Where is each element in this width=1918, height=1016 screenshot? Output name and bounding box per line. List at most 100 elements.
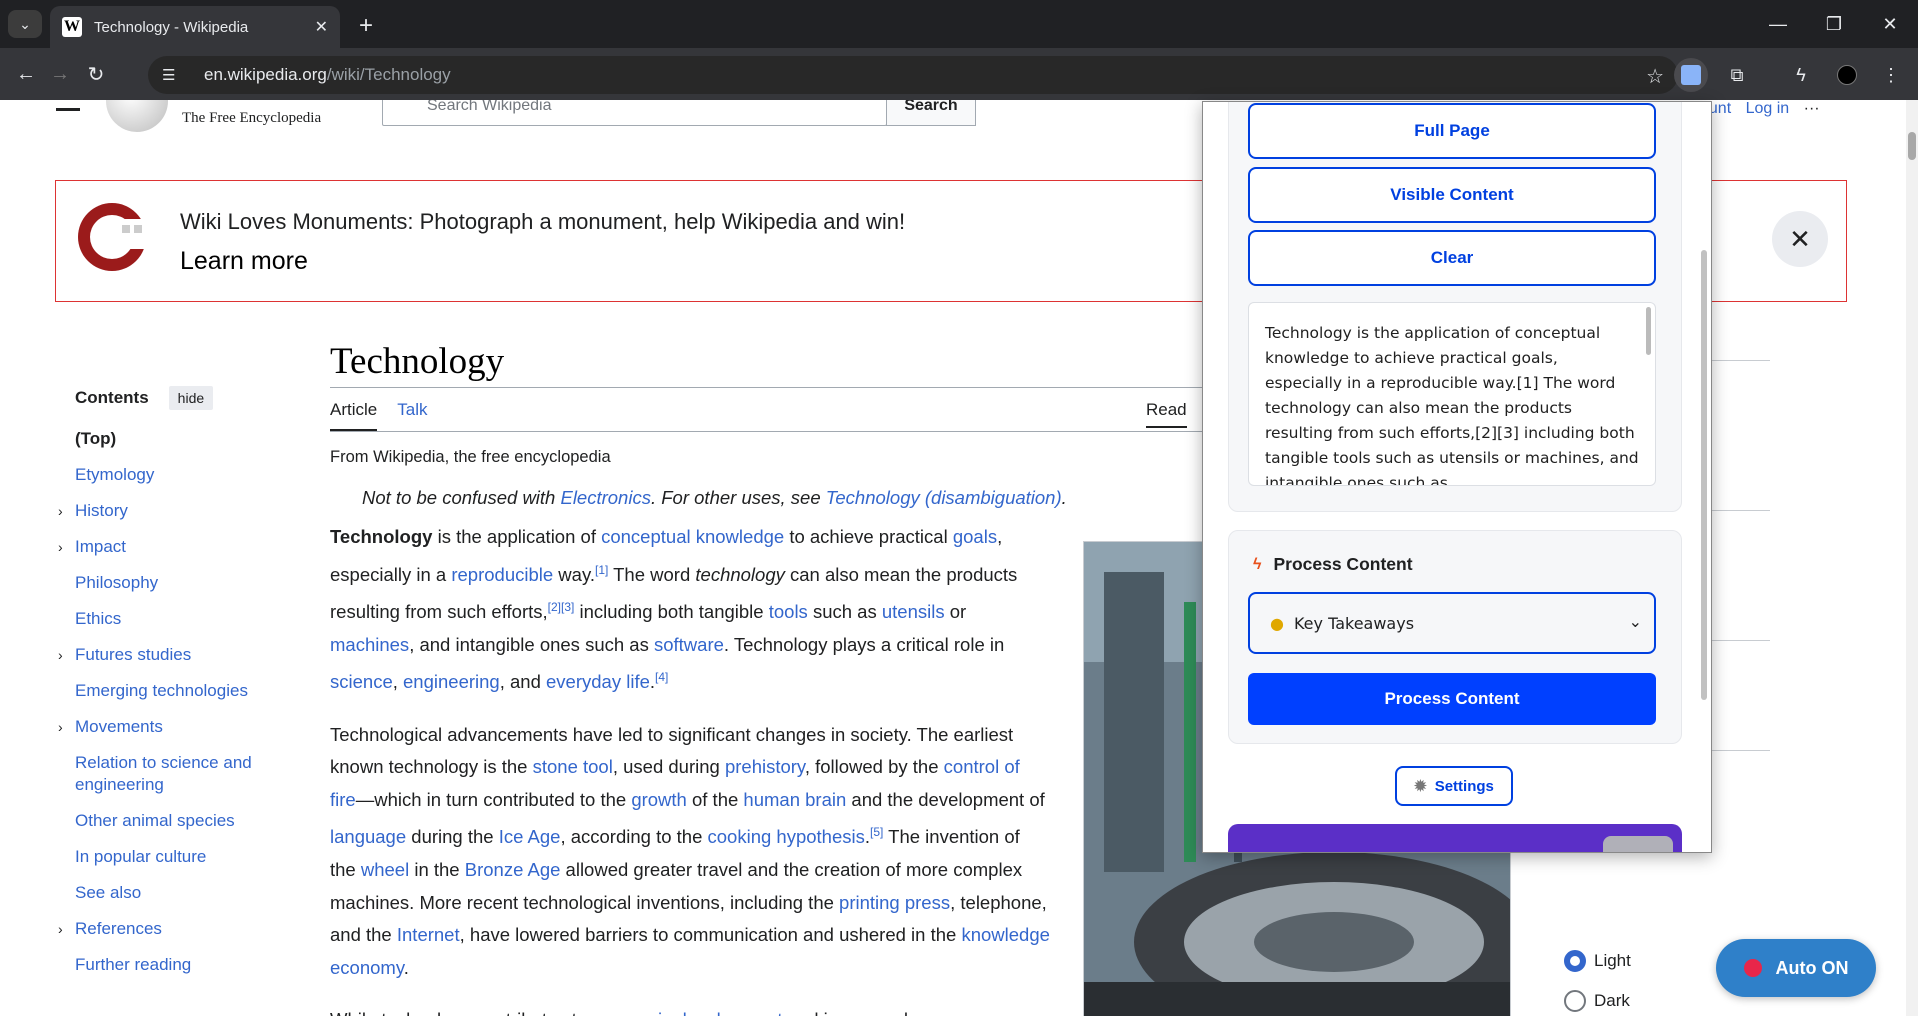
- extensions-puzzle-icon[interactable]: ⧉: [1720, 58, 1754, 92]
- link[interactable]: reproducible: [451, 564, 553, 585]
- toc-item[interactable]: Other animal species: [58, 810, 288, 832]
- login-link[interactable]: Log in: [1746, 100, 1790, 117]
- radio-dark[interactable]: [1564, 990, 1586, 1012]
- link[interactable]: engineering: [403, 671, 500, 692]
- link[interactable]: utensils: [882, 601, 945, 622]
- new-tab-button[interactable]: +: [352, 12, 380, 40]
- link[interactable]: growth: [631, 789, 687, 810]
- theme-light-option[interactable]: Light: [1564, 950, 1631, 972]
- link[interactable]: software: [654, 634, 724, 655]
- tab-talk[interactable]: Talk: [397, 400, 427, 431]
- auto-toggle-button[interactable]: Auto ON: [1716, 939, 1876, 997]
- output-textarea[interactable]: Technology is the application of concept…: [1248, 302, 1656, 486]
- link[interactable]: tools: [769, 601, 808, 622]
- toc-item[interactable]: › References: [58, 918, 288, 940]
- link[interactable]: science: [330, 671, 393, 692]
- banner-close-icon[interactable]: ✕: [1772, 211, 1828, 267]
- toc-item[interactable]: Further reading: [58, 954, 288, 976]
- process-content-button[interactable]: Process Content: [1248, 673, 1656, 725]
- link[interactable]: cooking hypothesis: [708, 827, 865, 848]
- toc-item[interactable]: Emerging technologies: [58, 680, 288, 702]
- address-bar[interactable]: ☰ en.wikipedia.org/wiki/Technology ☆: [148, 56, 1678, 94]
- toc-item[interactable]: Etymology: [58, 464, 288, 486]
- visible-content-button[interactable]: Visible Content: [1248, 167, 1656, 223]
- citation[interactable]: [4]: [655, 670, 668, 684]
- link[interactable]: economic development: [592, 1009, 782, 1016]
- tab-read[interactable]: Read: [1146, 400, 1187, 428]
- chevron-right-icon[interactable]: ›: [58, 918, 63, 940]
- toc-item[interactable]: Philosophy: [58, 572, 288, 594]
- link[interactable]: goals: [953, 526, 997, 547]
- toc-item[interactable]: Ethics: [58, 608, 288, 630]
- citation[interactable]: [1]: [595, 563, 608, 577]
- settings-button[interactable]: ✹ Settings: [1395, 766, 1513, 806]
- toc-item[interactable]: Relation to science and engineering: [58, 752, 288, 796]
- toc-item[interactable]: In popular culture: [58, 846, 288, 868]
- browser-menu-icon[interactable]: ⋮: [1874, 58, 1908, 92]
- extension-active-button[interactable]: [1674, 58, 1708, 92]
- chevron-right-icon[interactable]: ›: [58, 536, 63, 558]
- page-scrollbar[interactable]: [1906, 100, 1918, 1016]
- textarea-scrollbar[interactable]: [1646, 307, 1651, 355]
- link[interactable]: human brain: [743, 789, 846, 810]
- tab-technology[interactable]: W Technology - Wikipedia ✕: [50, 6, 340, 48]
- hatnote-link-disambiguation[interactable]: Technology (disambiguation): [826, 487, 1062, 508]
- toc-hide-button[interactable]: hide: [168, 386, 214, 410]
- tab-strip: ⌄ W Technology - Wikipedia ✕ + — ❐ ✕: [0, 0, 1918, 48]
- chevron-right-icon[interactable]: ›: [58, 500, 63, 522]
- clear-button[interactable]: Clear: [1248, 230, 1656, 286]
- close-window-button[interactable]: ✕: [1862, 0, 1918, 48]
- chevron-right-icon[interactable]: ›: [58, 716, 63, 738]
- link[interactable]: Ice Age: [499, 827, 561, 848]
- citation[interactable]: [2][3]: [548, 600, 575, 614]
- link[interactable]: Bronze Age: [465, 859, 561, 880]
- url-host: en.wikipedia.org: [204, 65, 327, 84]
- link[interactable]: Internet: [397, 924, 460, 945]
- search-placeholder: Search Wikipedia: [427, 100, 552, 114]
- search-input[interactable]: Search Wikipedia: [382, 100, 887, 126]
- wikipedia-logo[interactable]: [106, 100, 168, 132]
- more-options-icon[interactable]: ···: [1804, 100, 1820, 117]
- theme-dark-option[interactable]: Dark: [1564, 990, 1630, 1012]
- reload-button[interactable]: ↻: [80, 58, 112, 90]
- performance-icon[interactable]: ϟ: [1784, 58, 1818, 92]
- minimize-button[interactable]: —: [1750, 0, 1806, 48]
- radio-light[interactable]: [1564, 950, 1586, 972]
- profile-avatar[interactable]: [1830, 58, 1864, 92]
- banner-learn-more-link[interactable]: Learn more: [180, 247, 308, 276]
- hatnote-link-electronics[interactable]: Electronics: [560, 487, 650, 508]
- link[interactable]: language: [330, 827, 406, 848]
- link[interactable]: wheel: [361, 859, 409, 880]
- toc-item[interactable]: › Impact: [58, 536, 288, 558]
- link[interactable]: conceptual knowledge: [601, 526, 784, 547]
- toc-item-label: Etymology: [75, 465, 155, 484]
- popup-scrollbar[interactable]: [1701, 250, 1707, 700]
- search-button[interactable]: Search: [886, 100, 976, 126]
- toc-item[interactable]: See also: [58, 882, 288, 904]
- tab-search-button[interactable]: ⌄: [8, 10, 42, 38]
- back-button[interactable]: ←: [10, 58, 42, 90]
- link[interactable]: everyday life: [546, 671, 650, 692]
- toc-item[interactable]: › Futures studies: [58, 644, 288, 666]
- close-tab-icon[interactable]: ✕: [315, 17, 328, 37]
- tab-article[interactable]: Article: [330, 400, 378, 431]
- link[interactable]: printing press: [839, 892, 950, 913]
- link[interactable]: machines: [330, 634, 409, 655]
- section-pill-button[interactable]: [1603, 836, 1673, 852]
- chevron-right-icon[interactable]: ›: [58, 644, 63, 666]
- link[interactable]: prehistory: [725, 756, 805, 777]
- toc-item[interactable]: (Top): [58, 428, 288, 450]
- scrollbar-thumb[interactable]: [1908, 132, 1916, 160]
- link[interactable]: stone tool: [533, 756, 613, 777]
- toc-item-label: Philosophy: [75, 573, 159, 592]
- toc-item[interactable]: › History: [58, 500, 288, 522]
- bookmark-star-icon[interactable]: ☆: [1646, 64, 1664, 89]
- citation[interactable]: [5]: [870, 825, 883, 839]
- site-info-icon[interactable]: ☰: [162, 66, 184, 84]
- restore-button[interactable]: ❐: [1806, 0, 1862, 48]
- main-menu-icon[interactable]: [56, 108, 80, 111]
- full-page-button[interactable]: Full Page: [1248, 103, 1656, 159]
- toc-item[interactable]: › Movements: [58, 716, 288, 738]
- forward-button[interactable]: →: [44, 58, 76, 90]
- process-type-select[interactable]: ● Key Takeaways ⌄: [1248, 592, 1656, 654]
